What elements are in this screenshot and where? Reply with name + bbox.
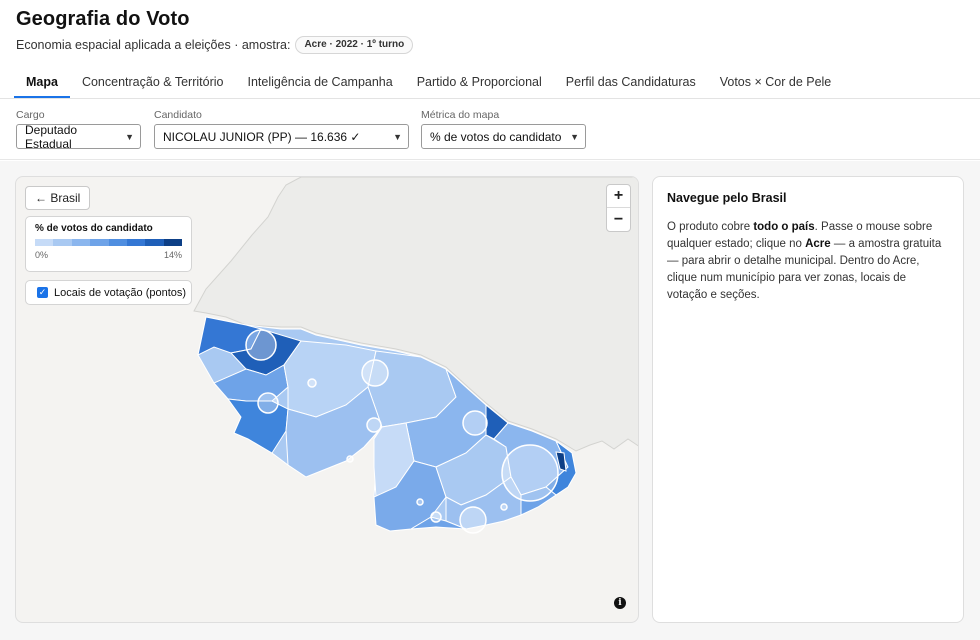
legend-color-swatch (163, 239, 182, 246)
polling-points-toggle[interactable]: ✓ Locais de votação (pontos) (25, 280, 192, 305)
back-button-label: ← Brasil (35, 191, 81, 205)
back-to-brasil-button[interactable]: ← Brasil (25, 186, 91, 210)
app-title: Geografia do Voto (16, 8, 190, 30)
candidato-select[interactable]: NICOLAU JUNIOR (PP) — 16.636 ✓ ▼ (154, 124, 409, 149)
legend-color-swatch (71, 239, 91, 246)
cargo-select[interactable]: Deputado Estadual ▼ (16, 122, 141, 151)
tab-concentracao-territorio[interactable]: Concentração & Território (70, 66, 236, 98)
legend-color-swatch (126, 239, 146, 246)
app-subtitle: Economia espacial aplicada a eleições · … (16, 38, 291, 52)
legend-color-swatch (145, 239, 164, 246)
polling-location-point[interactable] (501, 444, 559, 502)
candidato-label: Candidato (154, 109, 202, 121)
zoom-in-button[interactable]: + (607, 185, 630, 208)
legend-color-swatch (90, 239, 109, 246)
polling-location-point[interactable] (361, 359, 389, 387)
polling-location-point[interactable] (366, 417, 382, 433)
polling-location-point[interactable] (462, 410, 488, 436)
tab-bar: Mapa Concentração & Território Inteligên… (0, 66, 980, 99)
legend-color-swatch (108, 239, 127, 246)
legend-color-scale (35, 239, 182, 246)
info-icon[interactable]: i (614, 597, 626, 609)
side-body-part: Acre (805, 238, 831, 250)
candidato-filter: Candidato NICOLAU JUNIOR (PP) — 16.636 ✓… (154, 109, 409, 149)
polling-location-point[interactable] (416, 498, 424, 506)
side-body-part: todo o país (753, 221, 815, 233)
side-panel: Navegue pelo Brasil O produto cobre todo… (652, 176, 964, 623)
app-header: Geografia do Voto Economia espacial apli… (0, 0, 980, 62)
metrica-value: % de votos do candidato (430, 129, 562, 144)
tab-votos-cor-pele[interactable]: Votos × Cor de Pele (708, 66, 844, 98)
legend-min-label: 0% (35, 250, 49, 260)
polling-location-point[interactable] (346, 455, 354, 463)
chevron-down-icon: ▼ (125, 131, 134, 142)
chevron-down-icon: ▼ (393, 131, 402, 142)
legend-ticks: 0% 14% (35, 250, 182, 260)
map-panel[interactable]: ← Brasil % de votos do candidato 0% 14% … (15, 176, 639, 623)
polling-location-point[interactable] (245, 329, 277, 361)
candidato-value: NICOLAU JUNIOR (PP) — 16.636 ✓ (163, 129, 361, 144)
tab-partido-proporcional[interactable]: Partido & Proporcional (405, 66, 554, 98)
side-panel-body: O produto cobre todo o país. Passe o mou… (667, 219, 949, 304)
legend-color-swatch (53, 239, 72, 246)
legend-title: % de votos do candidato (35, 223, 153, 234)
cargo-value: Deputado Estadual (25, 122, 78, 151)
polling-location-point[interactable] (500, 503, 508, 511)
filter-bar: Cargo Deputado Estadual ▼ Candidato NICO… (0, 100, 980, 160)
side-panel-title: Navegue pelo Brasil (667, 191, 787, 205)
subtitle-row: Economia espacial aplicada a eleições · … (16, 36, 964, 54)
tab-inteligencia-campanha[interactable]: Inteligência de Campanha (235, 66, 404, 98)
sample-badge: Acre · 2022 · 1º turno (295, 36, 414, 54)
map-legend: % de votos do candidato 0% 14% (25, 216, 192, 272)
content-area: ← Brasil % de votos do candidato 0% 14% … (0, 161, 980, 640)
polling-points-label: Locais de votação (pontos) (54, 286, 187, 299)
tab-perfil-candidaturas[interactable]: Perfil das Candidaturas (554, 66, 708, 98)
cargo-filter: Cargo Deputado Estadual ▼ (16, 109, 141, 151)
chevron-down-icon: ▼ (570, 131, 579, 142)
polling-location-point[interactable] (307, 378, 317, 388)
polling-location-point[interactable] (459, 506, 487, 534)
metrica-filter: Métrica do mapa % de votos do candidato … (421, 109, 586, 149)
metrica-label: Métrica do mapa (421, 109, 500, 121)
tab-mapa[interactable]: Mapa (14, 66, 70, 98)
legend-max-label: 14% (163, 250, 182, 260)
polling-location-point[interactable] (257, 392, 279, 414)
zoom-out-button[interactable]: − (607, 208, 630, 231)
zoom-control: + − (606, 184, 631, 232)
polling-location-point[interactable] (430, 511, 442, 523)
checkbox-checked-icon[interactable]: ✓ (37, 287, 48, 298)
legend-color-swatch (35, 239, 54, 246)
cargo-label: Cargo (16, 109, 45, 121)
metrica-select[interactable]: % de votos do candidato ▼ (421, 124, 586, 149)
side-body-part: O produto cobre (667, 221, 754, 233)
